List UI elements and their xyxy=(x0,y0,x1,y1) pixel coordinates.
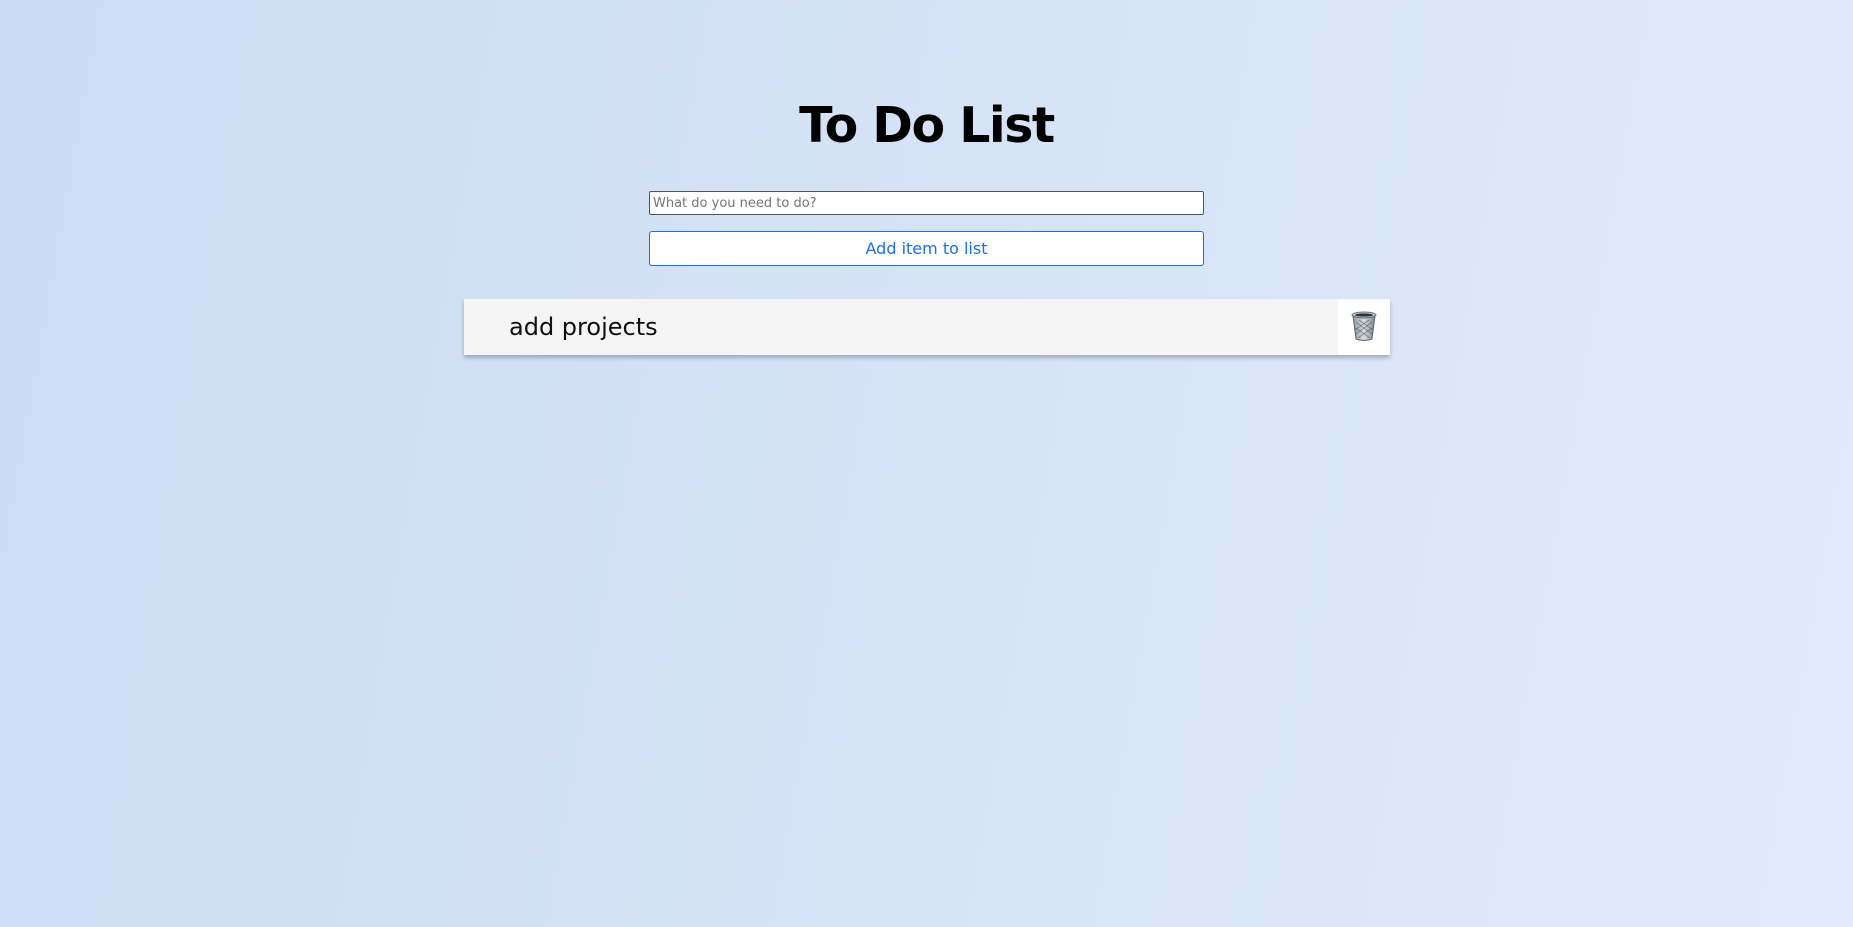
add-item-button[interactable]: Add item to list xyxy=(649,231,1204,266)
delete-item-button[interactable] xyxy=(1338,299,1390,355)
page-title: To Do List xyxy=(799,97,1055,154)
todo-item-text: add projects xyxy=(509,313,658,341)
list-item: add projects xyxy=(464,299,1390,355)
todo-list: add projects xyxy=(464,299,1390,355)
trash-icon xyxy=(1350,310,1378,345)
task-input[interactable] xyxy=(649,191,1204,215)
